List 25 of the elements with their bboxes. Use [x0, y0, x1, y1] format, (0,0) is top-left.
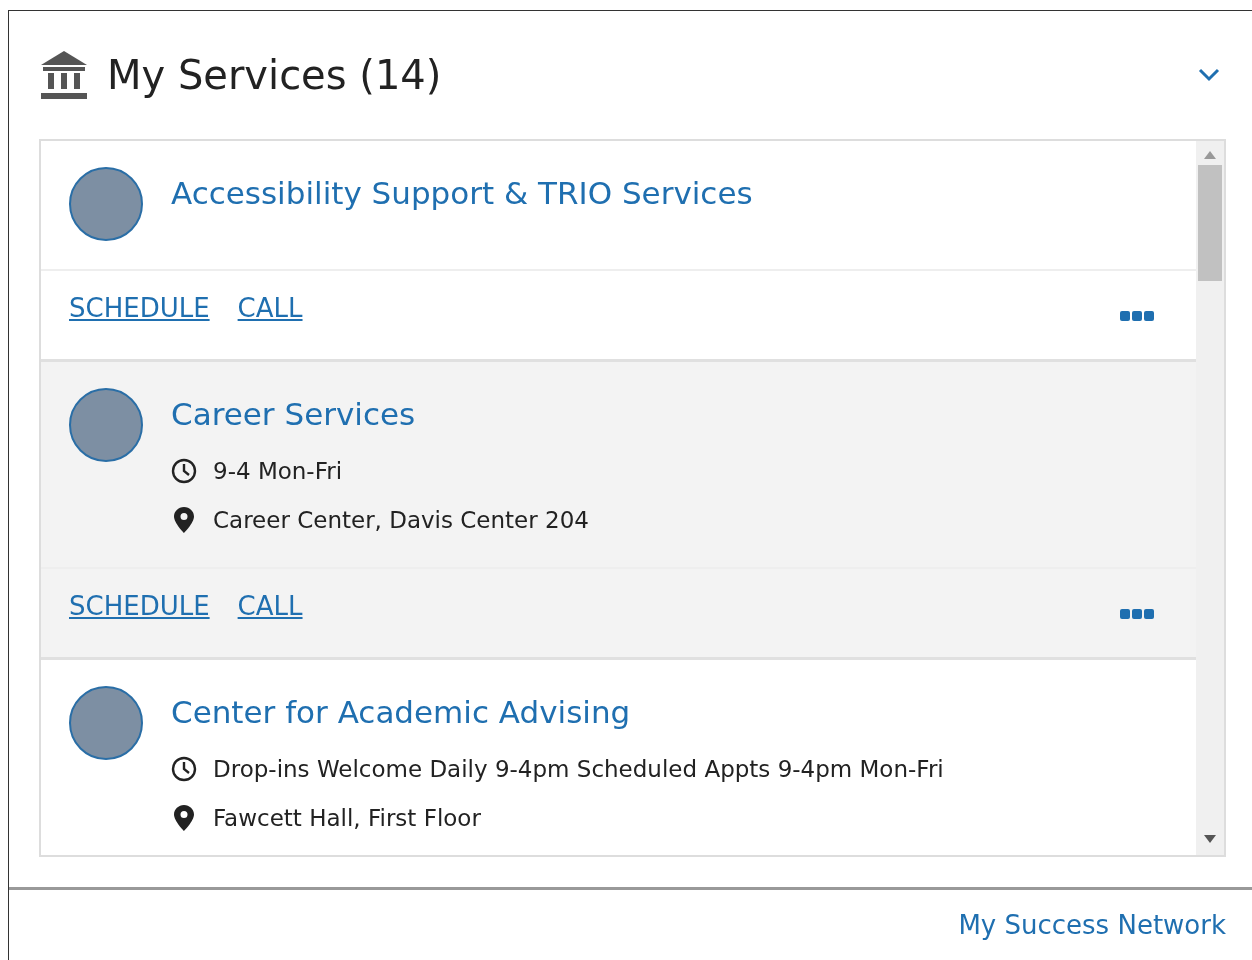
service-name-link[interactable]: Accessibility Support & TRIO Services	[171, 167, 753, 219]
more-options-icon[interactable]	[1120, 609, 1154, 619]
service-name-link[interactable]: Center for Academic Advising	[171, 686, 944, 738]
service-name-link[interactable]: Career Services	[171, 388, 589, 440]
chevron-icon[interactable]	[1198, 68, 1220, 82]
clock-icon	[171, 458, 197, 485]
scroll-down-arrow-icon[interactable]	[1204, 835, 1216, 843]
action-link[interactable]: SCHEDULE	[69, 289, 210, 328]
panel-title: My Services (14)	[107, 51, 442, 100]
action-link[interactable]: SCHEDULE	[69, 587, 210, 626]
clock-icon	[171, 756, 197, 783]
scrollbar-thumb[interactable]	[1198, 165, 1222, 281]
map-pin-icon	[174, 804, 194, 831]
more-options-icon[interactable]	[1120, 311, 1154, 321]
location-text: Career Center, Davis Center 204	[213, 505, 589, 535]
hours-text: Drop-ins Welcome Daily 9-4pm Scheduled Appts 9-4pm Mon-Fri	[213, 755, 944, 784]
map-pin-icon	[174, 506, 194, 533]
scroll-up-arrow-icon[interactable]	[1204, 151, 1216, 159]
success-network-link[interactable]: My Success Network	[958, 906, 1226, 945]
action-link[interactable]: CALL	[237, 289, 303, 328]
action-link[interactable]: CALL	[237, 587, 303, 626]
hours-text: 9-4 Mon-Fri	[213, 457, 343, 486]
bank-icon	[41, 51, 87, 99]
location-text: Fawcett Hall, First Floor	[213, 803, 481, 833]
scrollbar[interactable]	[1196, 141, 1224, 855]
